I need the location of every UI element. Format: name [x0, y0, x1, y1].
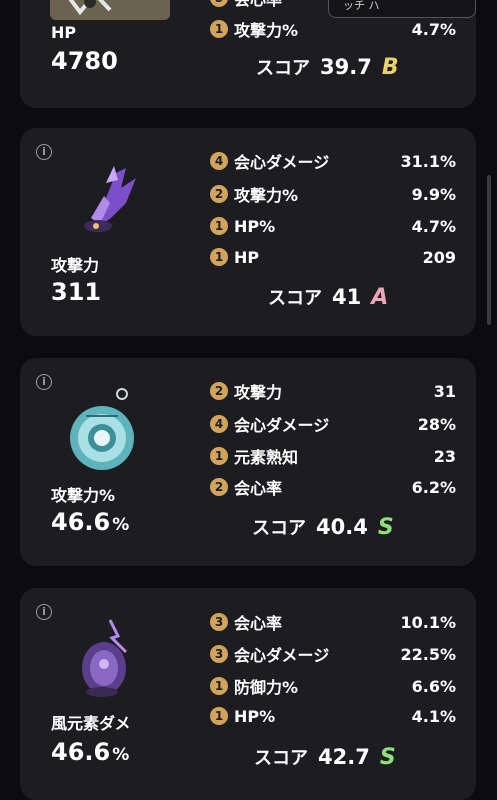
sub-stat-row: 2 攻撃力 31 — [210, 378, 456, 404]
main-stat-label: 攻撃力 — [51, 256, 100, 275]
sub-stat-row: 4 会心ダメージ 28% — [210, 411, 456, 437]
sub-stat-name: HP% — [234, 706, 276, 726]
roll-count-badge: 2 — [210, 382, 228, 400]
roll-count-badge: 1 — [210, 248, 228, 266]
sub-stat-value: 31.1% — [400, 151, 456, 171]
artifact-image — [66, 158, 146, 238]
sub-stat-row: 3 会心率 10.1% — [210, 609, 456, 635]
rank-badge-icon: S — [379, 744, 396, 770]
sub-stat-value: 22.5% — [400, 644, 456, 664]
scrollbar[interactable] — [487, 175, 491, 325]
sub-stat-value: 209 — [422, 247, 456, 267]
rank-badge-icon: A — [371, 284, 389, 310]
sub-stat-row: 4 会心ダメージ 31.1% — [210, 148, 456, 174]
roll-count-badge: 4 — [210, 152, 228, 170]
sub-stat-name: 会心率 — [234, 614, 283, 633]
roll-count-badge: 1 — [210, 447, 228, 465]
score-value: 39.7 — [320, 55, 372, 79]
sub-stat-value: 9.9% — [411, 184, 456, 204]
score-value: 42.7 — [318, 745, 370, 769]
score-label: スコア — [252, 518, 306, 539]
sub-stat-row: 1 攻撃力% 4.7% — [210, 16, 456, 42]
artifact-image — [66, 386, 144, 478]
score-label: スコア — [268, 288, 322, 309]
rank-badge-icon: B — [381, 54, 399, 80]
sub-stat-row: 5 会心率 — [210, 0, 456, 11]
roll-count-badge: 1 — [210, 20, 228, 38]
info-icon[interactable]: i — [36, 144, 52, 160]
artifact-card-sands: i 攻撃力% 46.6% 2 攻撃力 31 4 会心ダメージ 28% 1 元素熟… — [20, 358, 476, 566]
sub-stat-value: 4.7% — [411, 216, 456, 236]
sub-stat-value: 31 — [433, 381, 456, 401]
sub-stat-value: 6.6% — [411, 676, 456, 696]
score: スコア 39.7 B — [256, 54, 399, 80]
sub-stat-name: 会心率 — [234, 0, 456, 10]
sub-stat-name: 防御力% — [234, 678, 299, 697]
sub-stat-name: HP — [234, 247, 260, 267]
sub-stat-name: HP% — [234, 216, 276, 236]
roll-count-badge: 3 — [210, 645, 228, 663]
sub-stat-row: 3 会心ダメージ 22.5% — [210, 641, 456, 667]
score: スコア 40.4 S — [252, 514, 394, 540]
sub-stat-row: 1 HP% 4.1% — [210, 703, 456, 729]
roll-count-badge: 1 — [210, 707, 228, 725]
artifact-image — [68, 618, 142, 700]
sub-stat-value: 10.1% — [400, 612, 456, 632]
sub-stat-row: 1 元素熟知 23 — [210, 443, 456, 469]
sub-stat-value: 28% — [417, 414, 456, 434]
main-stat-value: 46.6% — [51, 738, 130, 766]
sub-stat-value: 4.7% — [411, 19, 456, 39]
artifact-image — [50, 0, 170, 20]
roll-count-badge: 3 — [210, 613, 228, 631]
score-label: スコア — [254, 748, 308, 769]
score-value: 41 — [332, 285, 362, 309]
roll-count-badge: 1 — [210, 677, 228, 695]
info-icon[interactable]: i — [36, 604, 52, 620]
main-stat-label: HP — [51, 23, 77, 42]
sub-stat-name: 攻撃力 — [234, 383, 283, 402]
rank-badge-icon: S — [377, 514, 394, 540]
main-stat-value: 46.6% — [51, 508, 130, 536]
main-stat-value: 4780 — [51, 47, 118, 75]
artifact-card-goblet: i 風元素ダメ 46.6% 3 会心率 10.1% 3 会心ダメージ 22.5%… — [20, 588, 476, 800]
sub-stat-row: 1 HP% 4.7% — [210, 213, 456, 239]
sub-stat-row: 2 会心率 6.2% — [210, 474, 456, 500]
roll-count-badge: 2 — [210, 478, 228, 496]
sub-stat-name: 会心ダメージ — [234, 646, 330, 665]
roll-count-badge: 1 — [210, 217, 228, 235]
score-label: スコア — [256, 58, 310, 79]
main-stat-value: 311 — [51, 278, 102, 306]
sub-stat-row: 1 防御力% 6.6% — [210, 673, 456, 699]
sub-stat-value: 4.1% — [411, 706, 456, 726]
score: スコア 41 A — [268, 284, 388, 310]
artifact-card-plume: i 攻撃力 311 4 会心ダメージ 31.1% 2 攻撃力% 9.9% 1 H… — [20, 128, 476, 336]
sub-stat-name: 元素熟知 — [234, 448, 299, 467]
sub-stat-row: 1 HP 209 — [210, 244, 456, 270]
roll-count-badge: 4 — [210, 415, 228, 433]
main-stat-label: 攻撃力% — [51, 486, 116, 505]
sub-stat-name: 攻撃力% — [234, 21, 299, 40]
sub-stat-name: 会心ダメージ — [234, 416, 330, 435]
score: スコア 42.7 S — [254, 744, 396, 770]
score-value: 40.4 — [316, 515, 368, 539]
info-icon[interactable]: i — [36, 374, 52, 390]
sub-stat-name: 攻撃力% — [234, 186, 299, 205]
sub-stat-value: 23 — [433, 446, 456, 466]
artifact-card-sands-hp: ッチ ハ 5 会心率 1 攻撃力% 4.7% HP 4780 スコア 39.7 … — [20, 0, 476, 108]
sub-stat-value: 6.2% — [411, 477, 456, 497]
sub-stat-name: 会心率 — [234, 479, 283, 498]
sub-stat-row: 2 攻撃力% 9.9% — [210, 181, 456, 207]
roll-count-badge: 5 — [210, 0, 228, 7]
main-stat-label: 風元素ダメ — [51, 714, 131, 733]
roll-count-badge: 2 — [210, 185, 228, 203]
sub-stat-name: 会心ダメージ — [234, 153, 330, 172]
